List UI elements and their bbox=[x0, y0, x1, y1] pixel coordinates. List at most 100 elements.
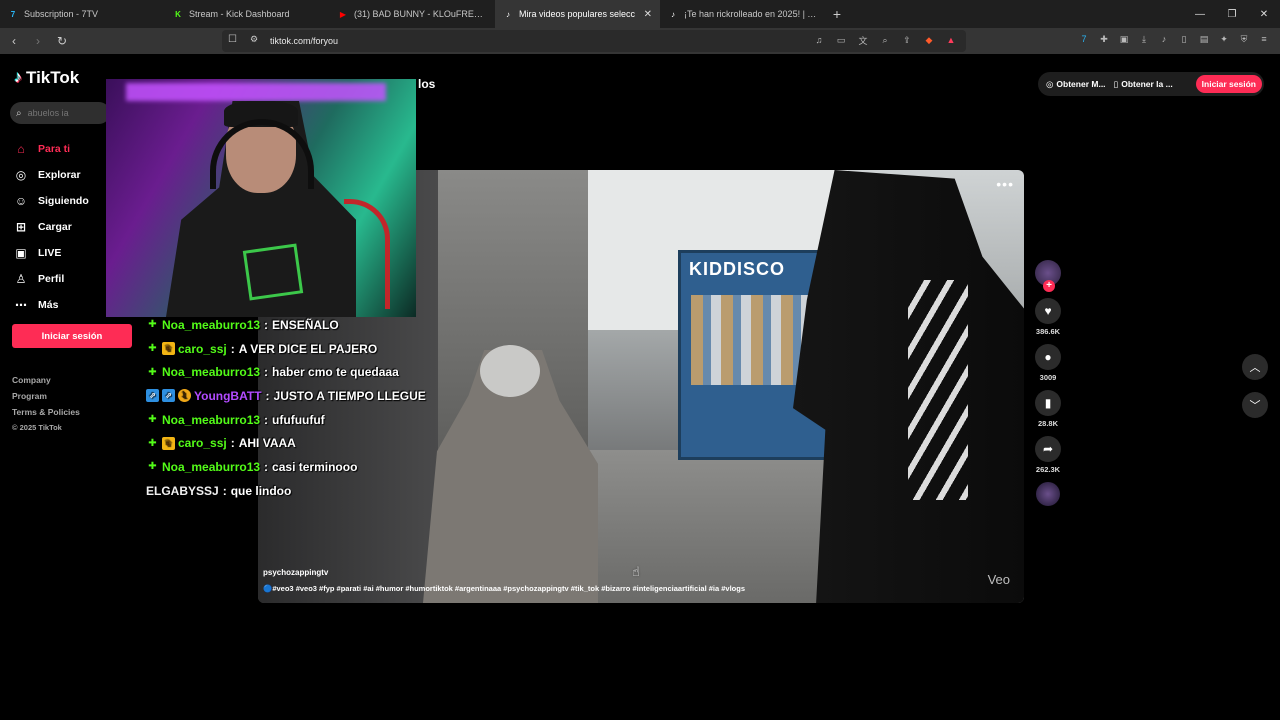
browser-tab-1[interactable]: K Stream - Kick Dashboard bbox=[165, 0, 330, 28]
reload-icon[interactable]: ↻ bbox=[52, 31, 72, 51]
video-actions: + ♥ 386.6K ● 3009 ▮ 28.8K ➦ 262.3K bbox=[1033, 260, 1063, 506]
get-app-link[interactable]: ◎ Obtener M... bbox=[1046, 79, 1106, 90]
address-bar[interactable]: ☐ ⚙ tiktok.com/foryou ♫ ▭ 文 ⌕ ⇪ ◆ ▲ bbox=[222, 30, 966, 52]
comment-icon: ● bbox=[1044, 350, 1052, 364]
chat-message: ✚ Noa_meaburro13: haber cmo te quedaaa bbox=[146, 360, 426, 384]
search-box[interactable]: ⌕ bbox=[10, 102, 110, 124]
brave-shield-icon[interactable]: ◆ bbox=[922, 33, 936, 47]
chat-text: ufufuufuf bbox=[272, 412, 325, 427]
sidebar-item-live[interactable]: ▣ LIVE bbox=[14, 240, 89, 266]
next-video-button[interactable]: ﹀ bbox=[1242, 392, 1268, 418]
creator-avatar[interactable]: + bbox=[1035, 260, 1061, 292]
sidebar-item-cargar[interactable]: ⊞ Cargar bbox=[14, 214, 89, 240]
chat-username[interactable]: caro_ssj bbox=[178, 342, 227, 356]
extensions-icon[interactable]: ✚ bbox=[1098, 32, 1110, 46]
like-count: 386.6K bbox=[1035, 327, 1061, 336]
browser-tab-0[interactable]: 7 Subscription - 7TV bbox=[0, 0, 165, 28]
music-disc-icon[interactable] bbox=[1036, 482, 1060, 506]
feed-navigation: ︿ ﹀ bbox=[1242, 354, 1268, 430]
new-tab-button[interactable]: + bbox=[825, 0, 849, 28]
wallet-icon[interactable]: ▤ bbox=[1198, 32, 1210, 46]
screenshot-icon[interactable]: ▣ bbox=[1118, 32, 1130, 46]
sidebar-item-perfil[interactable]: ♙ Perfil bbox=[14, 266, 89, 292]
search-icon[interactable]: ⌕ bbox=[16, 108, 22, 119]
tab-label: Subscription - 7TV bbox=[24, 9, 99, 19]
browser-tab-4[interactable]: ♪ ¡Te han rickrolleado en 2025! | TikTok bbox=[660, 0, 825, 28]
site-info-icon[interactable]: ⚙ bbox=[250, 34, 258, 45]
tab-favicon-icon: ♪ bbox=[506, 9, 510, 19]
sidebar-icon[interactable]: ▯ bbox=[1178, 32, 1190, 46]
browser-tab-2[interactable]: ▶ (31) BAD BUNNY - KLOuFRENS (Visu bbox=[330, 0, 495, 28]
sidebar-item-m-s[interactable]: ⋯ Más bbox=[14, 292, 89, 318]
previous-video-button[interactable]: ︿ bbox=[1242, 354, 1268, 380]
browser-tab-3[interactable]: ♪ Mira videos populares selecc ✕ bbox=[495, 0, 660, 28]
translate-icon[interactable]: 文 bbox=[856, 33, 870, 47]
sidebar-item-explorar[interactable]: ◎ Explorar bbox=[14, 162, 89, 188]
chat-message: ELGABYSSJ: que lindoo bbox=[146, 479, 426, 503]
share-icon[interactable]: ⇪ bbox=[900, 33, 914, 47]
footer-program[interactable]: Program bbox=[12, 388, 80, 404]
bookmark-icon[interactable]: ☐ bbox=[228, 34, 237, 45]
close-window-icon[interactable]: ✕ bbox=[1248, 0, 1280, 28]
vpn-icon[interactable]: ⛨ bbox=[1238, 32, 1250, 46]
media-icon[interactable]: ♫ bbox=[812, 33, 826, 47]
bookmark-icon: ▮ bbox=[1044, 396, 1052, 410]
tab-label: Mira videos populares selecc bbox=[519, 9, 636, 19]
chat-username[interactable]: YoungBATT bbox=[194, 389, 262, 403]
video-jacket-stripes bbox=[908, 280, 968, 500]
chat-username[interactable]: caro_ssj bbox=[178, 436, 227, 450]
minimize-icon[interactable]: — bbox=[1184, 0, 1216, 28]
seventv-extension-icon[interactable]: 7 bbox=[1078, 32, 1090, 46]
green-badge-icon: ✚ bbox=[148, 319, 157, 331]
restore-icon[interactable]: ❐ bbox=[1216, 0, 1248, 28]
save-button[interactable]: ▮ bbox=[1035, 390, 1061, 416]
zoom-icon[interactable]: ⌕ bbox=[878, 33, 892, 47]
follow-plus-icon[interactable]: + bbox=[1043, 280, 1055, 292]
chat-username[interactable]: ELGABYSSJ bbox=[146, 484, 219, 498]
top-login-button[interactable]: Iniciar sesión bbox=[1195, 75, 1262, 93]
mouse-cursor-icon: ☝ bbox=[632, 564, 640, 579]
video-author[interactable]: psychozappingtv bbox=[263, 568, 328, 577]
search-input[interactable] bbox=[27, 108, 98, 118]
music-icon[interactable]: ♪ bbox=[1158, 32, 1170, 46]
leo-icon[interactable]: ✦ bbox=[1218, 32, 1230, 46]
sidebar-item-siguiendo[interactable]: ☺ Siguiendo bbox=[14, 188, 89, 214]
page-heading: los bbox=[418, 77, 436, 91]
back-icon[interactable]: ‹ bbox=[4, 31, 24, 51]
chat-text: que lindoo bbox=[230, 483, 292, 498]
phone-icon: ▯ bbox=[1113, 78, 1119, 89]
comment-button[interactable]: ● bbox=[1035, 344, 1061, 370]
video-more-icon[interactable]: ••• bbox=[996, 176, 1014, 192]
upload-icon: ⊞ bbox=[15, 220, 27, 234]
chat-separator: : bbox=[230, 341, 235, 356]
video-woman-hair bbox=[480, 345, 540, 397]
sidebar-item-para-ti[interactable]: ⌂ Para ti bbox=[14, 136, 89, 162]
tab-close-icon[interactable]: ✕ bbox=[644, 9, 652, 20]
footer-terms[interactable]: Terms & Policies bbox=[12, 404, 80, 420]
url-text[interactable]: tiktok.com/foryou bbox=[270, 36, 338, 46]
video-hashtags[interactable]: 🔵#veo3 #veo3 #fyp #parati #ai #humor #hu… bbox=[263, 584, 745, 593]
browser-nav-bar: ‹ › ↻ ☐ ⚙ tiktok.com/foryou ♫ ▭ 文 ⌕ ⇪ ◆ … bbox=[0, 28, 1280, 54]
download-icon[interactable]: ⤓ bbox=[1138, 32, 1150, 46]
get-app-mobile-link[interactable]: ▯ Obtener la ... bbox=[1114, 79, 1173, 90]
cast-icon[interactable]: ▭ bbox=[834, 33, 848, 47]
chat-message: ✚ Noa_meaburro13: casi terminooo bbox=[146, 455, 426, 479]
green-badge-icon: ✚ bbox=[148, 366, 157, 378]
home-icon: ⌂ bbox=[17, 142, 25, 156]
chat-username[interactable]: Noa_meaburro13 bbox=[162, 413, 260, 427]
footer-company[interactable]: Company bbox=[12, 372, 80, 388]
tiktok-logo[interactable]: ♪ TikTok bbox=[14, 68, 79, 88]
chat-username[interactable]: Noa_meaburro13 bbox=[162, 365, 260, 379]
login-button[interactable]: Iniciar sesión bbox=[12, 324, 132, 348]
tab-favicon-icon: ♪ bbox=[671, 9, 675, 19]
profile-icon: ♙ bbox=[15, 272, 27, 286]
chat-username[interactable]: Noa_meaburro13 bbox=[162, 460, 260, 474]
chat-text: AHI VAAA bbox=[238, 436, 296, 451]
menu-icon[interactable]: ≡ bbox=[1258, 32, 1270, 46]
brave-rewards-icon[interactable]: ▲ bbox=[944, 33, 958, 47]
like-button[interactable]: ♥ bbox=[1035, 298, 1061, 324]
chat-username[interactable]: Noa_meaburro13 bbox=[162, 318, 260, 332]
forward-icon[interactable]: › bbox=[28, 31, 48, 51]
following-icon: ☺ bbox=[14, 194, 28, 208]
share-button[interactable]: ➦ bbox=[1035, 436, 1061, 462]
